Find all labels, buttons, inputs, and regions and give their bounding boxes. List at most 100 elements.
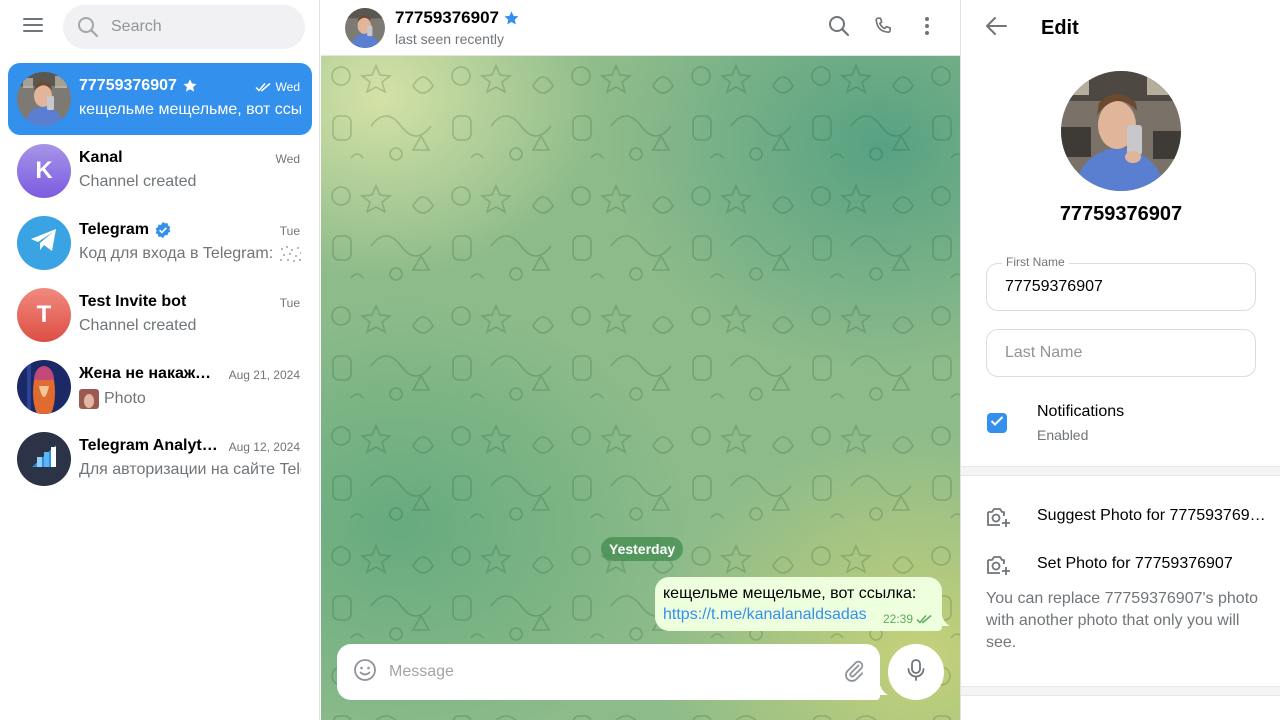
camera-add-icon (985, 553, 1011, 582)
chat-item-telegram-analytics[interactable]: Telegram Analytics Aug 12, 2024 Для авто… (8, 423, 312, 495)
last-name-input[interactable] (987, 330, 1255, 376)
chat-name: Telegram Analytics (79, 437, 219, 454)
star-icon (182, 78, 198, 94)
first-name-label: First Name (1002, 255, 1069, 269)
chat-preview: Для авторизации на сайте Telegram Analyt… (79, 461, 301, 478)
section-divider (961, 686, 1280, 696)
analytics-logo-icon (29, 441, 59, 478)
spoiler-icon (279, 245, 301, 263)
chat-name: Жена не накажет… (79, 365, 219, 382)
star-icon (503, 10, 520, 27)
set-photo-button[interactable]: Set Photo for 77759376907 (961, 541, 1280, 589)
left-header (0, 0, 320, 56)
chat-preview: Код для входа в Telegram: (79, 245, 274, 262)
chat-item-test-invite-bot[interactable]: T Test Invite bot Tue Channel created (8, 279, 312, 351)
chat-item-77759376907[interactable]: 77759376907 Wed кещельме мещельме, вот с… (8, 63, 312, 135)
search-icon (77, 16, 99, 43)
chat-status: last seen recently (395, 31, 504, 47)
suggest-photo-label: Suggest Photo for 77759376907 (1037, 507, 1267, 524)
more-options-button[interactable] (907, 8, 947, 48)
hamburger-icon (22, 17, 44, 38)
search-icon (828, 15, 850, 42)
chat-header: 77759376907 last seen recently (321, 0, 960, 56)
verified-icon (154, 221, 172, 239)
chat-preview: Channel created (79, 173, 197, 190)
composer-tail (878, 677, 888, 700)
chat-time: Wed (275, 152, 300, 166)
microphone-icon (905, 658, 927, 687)
chat-name: Telegram (79, 221, 149, 238)
avatar (17, 432, 71, 486)
date-separator: Yesterday (601, 537, 684, 561)
chat-list: 77759376907 Wed кещельме мещельме, вот с… (8, 63, 312, 495)
panel-title: Edit (1041, 17, 1079, 39)
avatar: K (17, 144, 71, 198)
avatar-letter: K (35, 157, 53, 184)
message-composer (337, 644, 888, 700)
chat-list-panel: 77759376907 Wed кещельме мещельме, вот с… (0, 0, 320, 720)
avatar (17, 72, 71, 126)
arrow-left-icon (985, 16, 1007, 41)
more-vertical-icon (924, 16, 930, 41)
photo-thumbnail (79, 389, 99, 409)
menu-button[interactable] (13, 7, 53, 47)
notifications-status: Enabled (1037, 427, 1089, 443)
read-checkmarks-icon (255, 81, 273, 93)
first-name-field: First Name (986, 255, 1256, 311)
attach-button[interactable] (838, 656, 870, 688)
avatar: T (17, 288, 71, 342)
header-avatar[interactable] (345, 8, 385, 48)
profile-photo[interactable] (1061, 71, 1181, 191)
voice-record-button[interactable] (888, 644, 944, 700)
set-photo-label: Set Photo for 77759376907 (1037, 555, 1233, 572)
chat-title: 77759376907 (395, 8, 500, 27)
chat-time: Tue (279, 224, 300, 238)
section-divider (961, 466, 1280, 476)
edit-contact-panel: Edit 77759376907 First Name Notification… (960, 0, 1280, 720)
chat-title-area[interactable]: 77759376907 (395, 8, 520, 28)
message-input[interactable] (389, 644, 829, 700)
telegram-logo-icon (29, 227, 59, 260)
smile-icon (353, 658, 377, 687)
chat-item-zhena[interactable]: Жена не накажет… Aug 21, 2024 Photo (8, 351, 312, 423)
emoji-button[interactable] (349, 656, 381, 688)
camera-add-icon (985, 505, 1011, 534)
chat-name: Test Invite bot (79, 293, 187, 310)
chat-time: Wed (275, 80, 300, 94)
notifications-checkbox[interactable] (987, 413, 1007, 433)
back-button[interactable] (976, 8, 1016, 48)
chat-preview: Channel created (79, 317, 197, 334)
notifications-label: Notifications (1037, 403, 1125, 420)
chat-item-kanal[interactable]: K Kanal Wed Channel created (8, 135, 312, 207)
search-button[interactable] (819, 8, 859, 48)
notifications-toggle[interactable]: Notifications Enabled (961, 396, 1280, 456)
chat-panel: 77759376907 last seen recently Yesterday… (321, 0, 960, 720)
chat-preview: Photo (104, 390, 146, 407)
suggest-photo-button[interactable]: Suggest Photo for 77759376907 (961, 493, 1280, 541)
avatar-letter: T (36, 301, 52, 328)
chat-time: Aug 12, 2024 (228, 440, 300, 454)
search-input[interactable] (111, 5, 291, 49)
profile-name: 77759376907 (1059, 203, 1183, 225)
chat-name: 77759376907 (79, 77, 177, 94)
photo-hint-text: You can replace 77759376907's photo with… (986, 590, 1259, 651)
chat-preview: кещельме мещельме, вот ссылка: (79, 101, 301, 118)
outgoing-message[interactable]: кещельме мещельме, вот ссылка: https://t… (655, 577, 950, 631)
message-text: кещельме мещельме, вот ссылка: (663, 585, 917, 602)
chat-time: Aug 21, 2024 (228, 368, 300, 382)
avatar (17, 216, 71, 270)
read-checkmarks-icon (916, 613, 934, 625)
first-name-input[interactable] (987, 264, 1255, 310)
bubble-tail (940, 608, 950, 631)
chat-name: Kanal (79, 149, 123, 166)
checkmark-icon (990, 414, 1004, 432)
paperclip-icon (842, 658, 866, 687)
chat-item-telegram[interactable]: Telegram Tue Код для входа в Telegram: (8, 207, 312, 279)
phone-icon (872, 15, 894, 42)
chat-time: Tue (279, 296, 300, 310)
message-link[interactable]: https://t.me/kanalanaldsadas (663, 604, 867, 625)
message-time: 22:39 (882, 612, 913, 626)
last-name-field (986, 329, 1256, 377)
call-button[interactable] (863, 8, 903, 48)
search-box[interactable] (63, 5, 305, 49)
